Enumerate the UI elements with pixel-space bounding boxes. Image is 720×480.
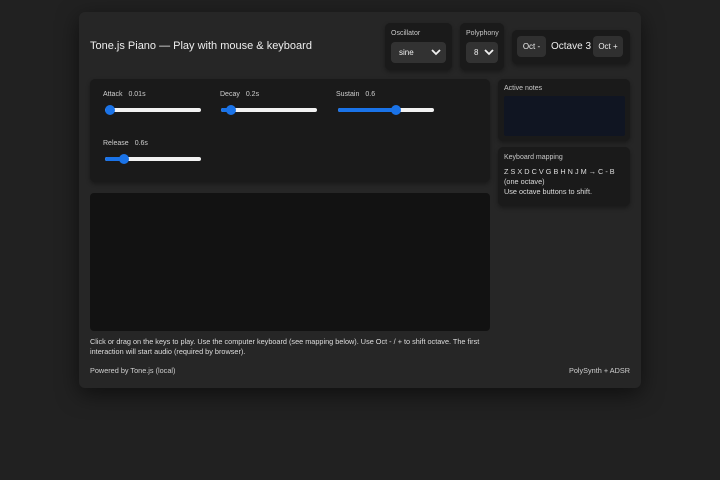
octave-down-button[interactable]: Oct - [517,36,546,57]
polyphony-panel: Polyphony 8 [460,23,504,70]
polyphony-value: 8 [474,48,479,57]
active-notes-label: Active notes [504,85,543,92]
oscillator-panel: Oscillator sine [385,23,452,70]
attack-value: 0.01s [128,91,146,98]
attack-label: Attack 0.01s [103,91,146,98]
sustain-label: Sustain 0.6 [336,91,376,98]
active-notes-panel: Active notes [498,79,630,141]
keyboard-mapping-text: Z S X D C V G B H N J M → C - B (one oct… [504,167,624,197]
sustain-slider[interactable] [338,105,434,115]
footer-powered-by: Powered by Tone.js (local) [90,366,176,375]
polyphony-select[interactable]: 8 [466,42,498,63]
chevron-down-icon [431,49,441,56]
release-slider[interactable] [105,154,201,164]
mapping-hint-line: Use octave buttons to shift. [504,187,593,196]
piano-app: Tone.js Piano — Play with mouse & keyboa… [79,12,641,388]
release-value: 0.6s [134,140,148,147]
chevron-down-icon [484,49,494,56]
decay-slider[interactable] [221,105,317,115]
footer-synth-info: PolySynth + ADSR [568,366,630,375]
keyboard-mapping-label: Keyboard mapping [504,154,563,161]
attack-slider[interactable] [105,105,201,115]
page-title: Tone.js Piano — Play with mouse & keyboa… [90,40,312,52]
active-notes-display [504,96,625,136]
oscillator-label: Oscillator [391,30,421,37]
mapping-keys-line: Z S X D C V G B H N J M → C - B (one oct… [504,167,615,186]
envelope-panel: Attack 0.01s Decay 0.2s Sustain 0.6 Release… [90,79,490,182]
decay-label: Decay 0.2s [220,91,260,98]
decay-value: 0.2s [245,91,260,98]
oscillator-select[interactable]: sine [391,42,446,63]
octave-up-button[interactable]: Oct + [593,36,623,57]
polyphony-label: Polyphony [466,30,499,37]
octave-display: Octave 3 [551,41,592,52]
release-label: Release 0.6s [103,140,148,147]
oscillator-value: sine [399,48,414,57]
piano-keyboard[interactable] [90,193,490,331]
keyboard-mapping-panel: Keyboard mapping Z S X D C V G B H N J M… [498,147,630,206]
octave-panel: Oct - Octave 3 Oct + [512,30,630,64]
sustain-value: 0.6 [365,91,376,98]
help-text: Click or drag on the keys to play. Use t… [90,337,480,356]
